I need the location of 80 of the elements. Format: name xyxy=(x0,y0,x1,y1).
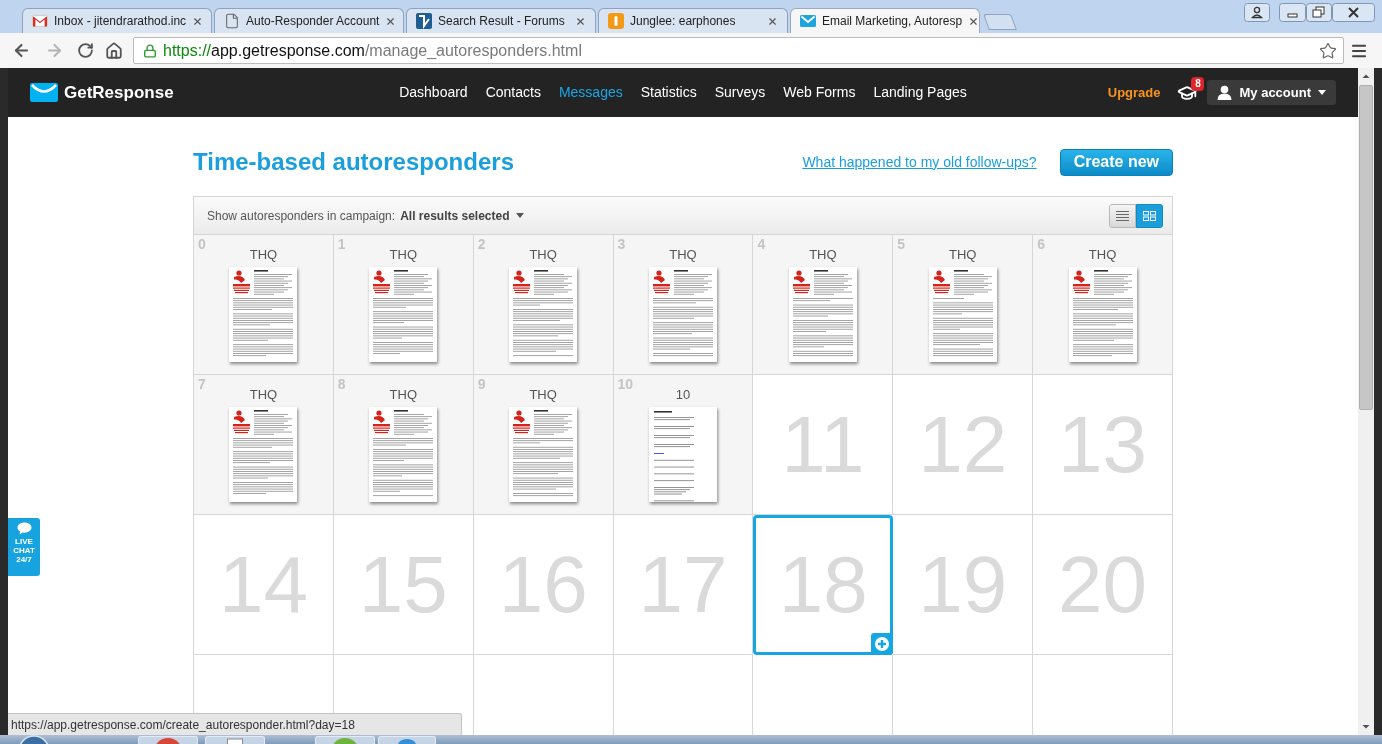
email-preview-drawing[interactable] xyxy=(369,267,438,362)
brand-name[interactable]: GetResponse xyxy=(64,79,174,106)
email-preview-drawing[interactable] xyxy=(509,267,578,362)
taskbar-button[interactable] xyxy=(138,736,198,744)
message-title: THQ xyxy=(529,247,557,263)
message-title: THQ xyxy=(249,247,278,263)
message-title: THQ xyxy=(1088,247,1117,263)
restore-icon[interactable] xyxy=(1306,3,1332,22)
list-icon xyxy=(1116,210,1129,221)
taskbar-button[interactable] xyxy=(315,736,375,744)
chat-bubble-icon xyxy=(16,522,32,535)
add-icon[interactable] xyxy=(871,633,894,655)
message-title: THQ xyxy=(389,247,417,263)
envelope-logo-icon[interactable] xyxy=(30,83,58,102)
caret-icon xyxy=(1318,90,1326,95)
email-preview-drawing[interactable] xyxy=(509,407,578,502)
email-preview-drawing[interactable] xyxy=(1068,267,1137,362)
address-field[interactable]: https://app.getresponse.com/manage_autoresponders.html xyxy=(133,37,1344,64)
close-icon[interactable] xyxy=(385,15,397,27)
filter-label: Show autoresponders in campaign: xyxy=(207,207,396,225)
upgrade-link[interactable]: Upgrade xyxy=(1107,82,1161,103)
start-button-icon[interactable] xyxy=(18,735,50,744)
email-preview-drawing[interactable] xyxy=(369,407,438,502)
nav-link[interactable]: Statistics xyxy=(640,82,697,103)
logo-icon xyxy=(608,13,624,29)
page-icon xyxy=(224,13,240,29)
campaign-dropdown[interactable]: All results selected xyxy=(400,206,524,225)
nav-link[interactable]: Web Forms xyxy=(783,82,856,103)
scrollbar-thumb[interactable] xyxy=(1359,85,1373,410)
home-icon[interactable] xyxy=(105,41,123,60)
email-preview-drawing[interactable] xyxy=(928,267,997,362)
email-preview-drawing[interactable] xyxy=(229,407,298,502)
browser-tab[interactable]: Junglee: earphones xyxy=(598,8,788,33)
close-icon[interactable] xyxy=(192,15,204,27)
lock-icon xyxy=(143,43,157,58)
message-title: 10 xyxy=(675,387,691,403)
message-title: THQ xyxy=(529,387,557,403)
page-title: Time-based autoresponders xyxy=(193,147,514,177)
message-title: THQ xyxy=(669,247,697,263)
taskbar-button[interactable] xyxy=(205,736,265,744)
nav-link[interactable]: Landing Pages xyxy=(873,82,967,103)
nav-link[interactable]: Contacts xyxy=(485,82,541,103)
nav-link[interactable]: Messages xyxy=(558,82,623,103)
envelope-icon xyxy=(32,15,48,27)
message-title: THQ xyxy=(949,247,977,263)
email-preview-drawing[interactable] xyxy=(788,267,857,362)
caret-icon xyxy=(515,213,524,218)
email-preview-drawing[interactable] xyxy=(649,267,717,362)
taskbar-button[interactable] xyxy=(378,736,436,744)
nav-link[interactable]: Surveys xyxy=(714,82,766,103)
account-menu-button[interactable]: My account xyxy=(1207,80,1336,105)
link-status-tooltip: https://app.getresponse.com/create_autoresponder.html?day=18 xyxy=(8,713,462,735)
app-icon xyxy=(227,737,243,744)
message-title: THQ xyxy=(249,387,278,403)
logo-icon xyxy=(416,13,432,29)
star-icon[interactable] xyxy=(1319,41,1337,60)
view-toggle-button[interactable] xyxy=(1136,203,1163,228)
browser-tab[interactable]: Inbox - jitendrarathod.inc xyxy=(22,8,212,33)
grid-icon xyxy=(1143,210,1156,221)
message-title: THQ xyxy=(389,387,417,403)
app-icon xyxy=(397,737,417,744)
browser-tab[interactable]: Search Result - Forums xyxy=(406,8,596,33)
email-preview-drawing[interactable] xyxy=(649,407,717,502)
browser-tab[interactable]: Email Marketing, Autoresp xyxy=(790,8,980,33)
envelope-icon xyxy=(800,15,816,27)
back-icon[interactable] xyxy=(12,41,31,60)
close-icon[interactable] xyxy=(575,15,586,27)
nav-link[interactable]: Dashboard xyxy=(399,82,468,103)
close-icon[interactable] xyxy=(968,15,980,27)
user-icon[interactable] xyxy=(1244,3,1270,22)
minimize-icon[interactable] xyxy=(1279,3,1306,22)
reload-icon[interactable] xyxy=(77,42,94,59)
close-icon[interactable] xyxy=(767,15,778,27)
notification-badge: 8 xyxy=(1191,76,1205,91)
user-icon xyxy=(1217,85,1233,100)
message-title: THQ xyxy=(809,247,837,263)
browser-tab[interactable]: Auto-Responder Account xyxy=(214,8,404,33)
email-preview-drawing[interactable] xyxy=(229,267,298,362)
close-icon[interactable] xyxy=(1332,3,1375,22)
view-toggle-button[interactable] xyxy=(1109,203,1136,228)
